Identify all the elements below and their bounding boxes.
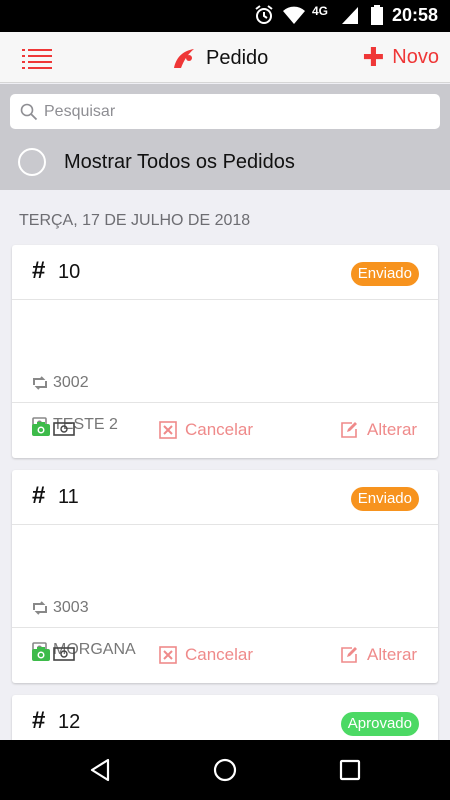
order-number: 11 bbox=[58, 486, 79, 508]
cancel-button[interactable]: Cancelar bbox=[159, 420, 253, 440]
battery-icon bbox=[371, 5, 383, 25]
search-input[interactable] bbox=[44, 102, 424, 121]
back-triangle-icon[interactable] bbox=[89, 758, 111, 782]
plus-icon: ✚ bbox=[362, 42, 385, 72]
wifi-icon bbox=[283, 6, 305, 24]
show-all-orders-label: Mostrar Todos os Pedidos bbox=[64, 150, 295, 173]
page-title-text: Pedido bbox=[206, 46, 269, 69]
search-area: Mostrar Todos os Pedidos bbox=[0, 84, 450, 190]
order-header: # 10 Enviado bbox=[12, 245, 438, 300]
radio-circle-icon[interactable] bbox=[18, 148, 46, 176]
status-bar: 4G 20:58 bbox=[0, 0, 450, 32]
payment-icons bbox=[31, 421, 75, 437]
order-header: # 11 Enviado bbox=[12, 470, 438, 525]
order-actions: Cancelar Alterar bbox=[12, 403, 438, 458]
close-square-icon bbox=[159, 421, 177, 439]
status-badge: Enviado bbox=[350, 262, 419, 286]
order-details: 3003 MORGANA bbox=[12, 525, 438, 658]
date-section-header: TERÇA, 17 DE JULHO DE 2018 bbox=[19, 212, 251, 229]
camera-icon bbox=[32, 647, 50, 661]
alarm-icon bbox=[255, 5, 273, 24]
status-badge: Enviado bbox=[350, 487, 419, 511]
hash-icon: # bbox=[32, 707, 46, 734]
app-logo-icon bbox=[174, 49, 194, 68]
order-actions: Cancelar Alterar bbox=[12, 628, 438, 683]
recent-square-icon[interactable] bbox=[339, 758, 361, 782]
retweet-icon bbox=[33, 601, 47, 615]
hash-icon: # bbox=[32, 257, 46, 284]
cancel-label: Cancelar bbox=[185, 645, 254, 664]
order-code: 3003 bbox=[53, 599, 89, 616]
order-code-row: 3003 bbox=[31, 599, 89, 617]
status-time: 20:58 bbox=[391, 5, 438, 25]
search-box[interactable] bbox=[10, 94, 440, 129]
order-number: 10 bbox=[58, 261, 81, 283]
page-title: Pedido bbox=[172, 44, 268, 72]
home-circle-icon[interactable] bbox=[213, 758, 237, 782]
network-label: 4G bbox=[312, 4, 329, 18]
list-menu-icon bbox=[22, 49, 52, 69]
order-card[interactable]: # 10 Enviado 3002 TESTE 2 Cancelar Alter… bbox=[12, 245, 438, 458]
payment-icons bbox=[31, 646, 75, 662]
android-navigation-bar bbox=[0, 740, 450, 800]
show-all-orders-toggle[interactable]: Mostrar Todos os Pedidos bbox=[18, 147, 295, 177]
money-bill-icon bbox=[53, 422, 75, 436]
retweet-icon bbox=[33, 376, 47, 390]
edit-button[interactable]: Alterar bbox=[340, 420, 417, 440]
camera-icon bbox=[32, 422, 50, 436]
edit-icon bbox=[341, 647, 357, 663]
edit-icon bbox=[341, 422, 357, 438]
new-order-label: Novo bbox=[392, 45, 439, 68]
order-code: 3002 bbox=[53, 374, 89, 391]
order-code-row: 3002 bbox=[31, 374, 89, 392]
order-card[interactable]: # 11 Enviado 3003 MORGANA Cancelar Alter… bbox=[12, 470, 438, 683]
edit-button[interactable]: Alterar bbox=[340, 645, 417, 665]
close-square-icon bbox=[159, 646, 177, 664]
money-bill-icon bbox=[53, 647, 75, 661]
cancel-label: Cancelar bbox=[185, 420, 254, 439]
edit-label: Alterar bbox=[367, 420, 418, 439]
menu-button[interactable] bbox=[22, 46, 52, 70]
order-number: 12 bbox=[58, 711, 81, 733]
edit-label: Alterar bbox=[367, 645, 418, 664]
status-badge: Aprovado bbox=[340, 712, 419, 736]
search-icon bbox=[20, 103, 38, 120]
hash-icon: # bbox=[32, 482, 46, 509]
signal-icon bbox=[342, 7, 358, 24]
order-details: 3002 TESTE 2 bbox=[12, 300, 438, 433]
cancel-button[interactable]: Cancelar bbox=[159, 645, 253, 665]
new-order-button[interactable]: ✚ Novo bbox=[363, 43, 440, 71]
navigation-bar: Pedido ✚ Novo bbox=[0, 32, 450, 83]
